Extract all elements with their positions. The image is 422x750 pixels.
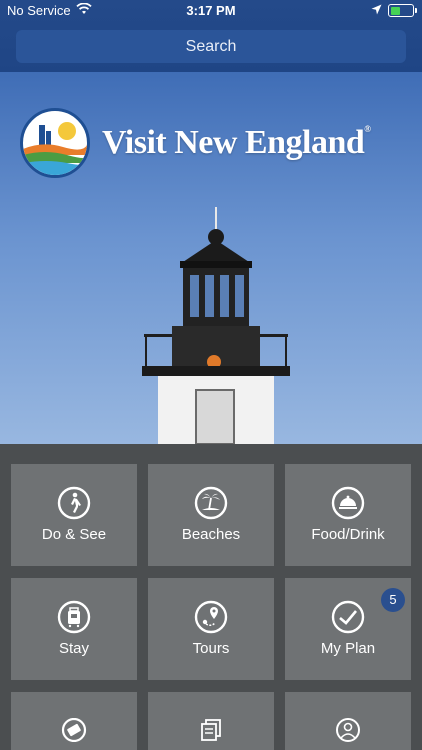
tile-tickets[interactable]: [11, 692, 137, 750]
brochures-icon: [194, 718, 228, 742]
clock: 3:17 PM: [186, 3, 236, 18]
checkmark-circle-icon: [331, 600, 365, 634]
logo-emblem-icon: [20, 108, 90, 178]
plan-count-badge: 5: [381, 588, 405, 612]
tile-tours[interactable]: Tours: [148, 578, 274, 680]
tile-label: Beaches: [181, 526, 241, 543]
hero-image: Visit New England®: [0, 72, 422, 444]
battery-level: [390, 6, 400, 15]
tile-stay[interactable]: Stay: [11, 578, 137, 680]
ticket-icon: [57, 717, 91, 743]
status-right: [371, 3, 417, 18]
map-pin-route-icon: [194, 600, 228, 634]
category-grid: Do & See Beaches Food/Drink Stay Tours 5…: [0, 444, 422, 750]
profile-icon: [331, 718, 365, 742]
logo-wordmark: Visit New England®: [102, 124, 371, 162]
tile-profile[interactable]: [285, 692, 411, 750]
tile-food-drink[interactable]: Food/Drink: [285, 464, 411, 566]
tile-beaches[interactable]: Beaches: [148, 464, 274, 566]
luggage-icon: [57, 600, 91, 634]
serving-dish-icon: [331, 486, 365, 520]
tile-label: Food/Drink: [311, 526, 385, 543]
status-bar: No Service 3:17 PM: [0, 0, 422, 22]
search-bar[interactable]: Search: [16, 30, 406, 63]
visit-new-england-logo: Visit New England®: [20, 108, 371, 178]
top-header: No Service 3:17 PM Search: [0, 0, 422, 72]
tile-brochures[interactable]: [148, 692, 274, 750]
walking-person-icon: [57, 486, 91, 520]
battery-icon: [388, 4, 417, 17]
palm-island-icon: [194, 486, 228, 520]
tile-do-and-see[interactable]: Do & See: [11, 464, 137, 566]
logo-text: Visit New England: [102, 124, 365, 161]
tile-label: Tours: [192, 640, 230, 657]
tile-label: Do & See: [41, 526, 107, 543]
location-arrow-icon: [371, 3, 382, 18]
tile-label: Stay: [58, 640, 89, 657]
search-placeholder: Search: [185, 38, 237, 55]
tile-my-plan[interactable]: 5 My Plan: [285, 578, 411, 680]
registered-mark: ®: [364, 124, 371, 134]
tile-label: My Plan: [320, 640, 376, 657]
